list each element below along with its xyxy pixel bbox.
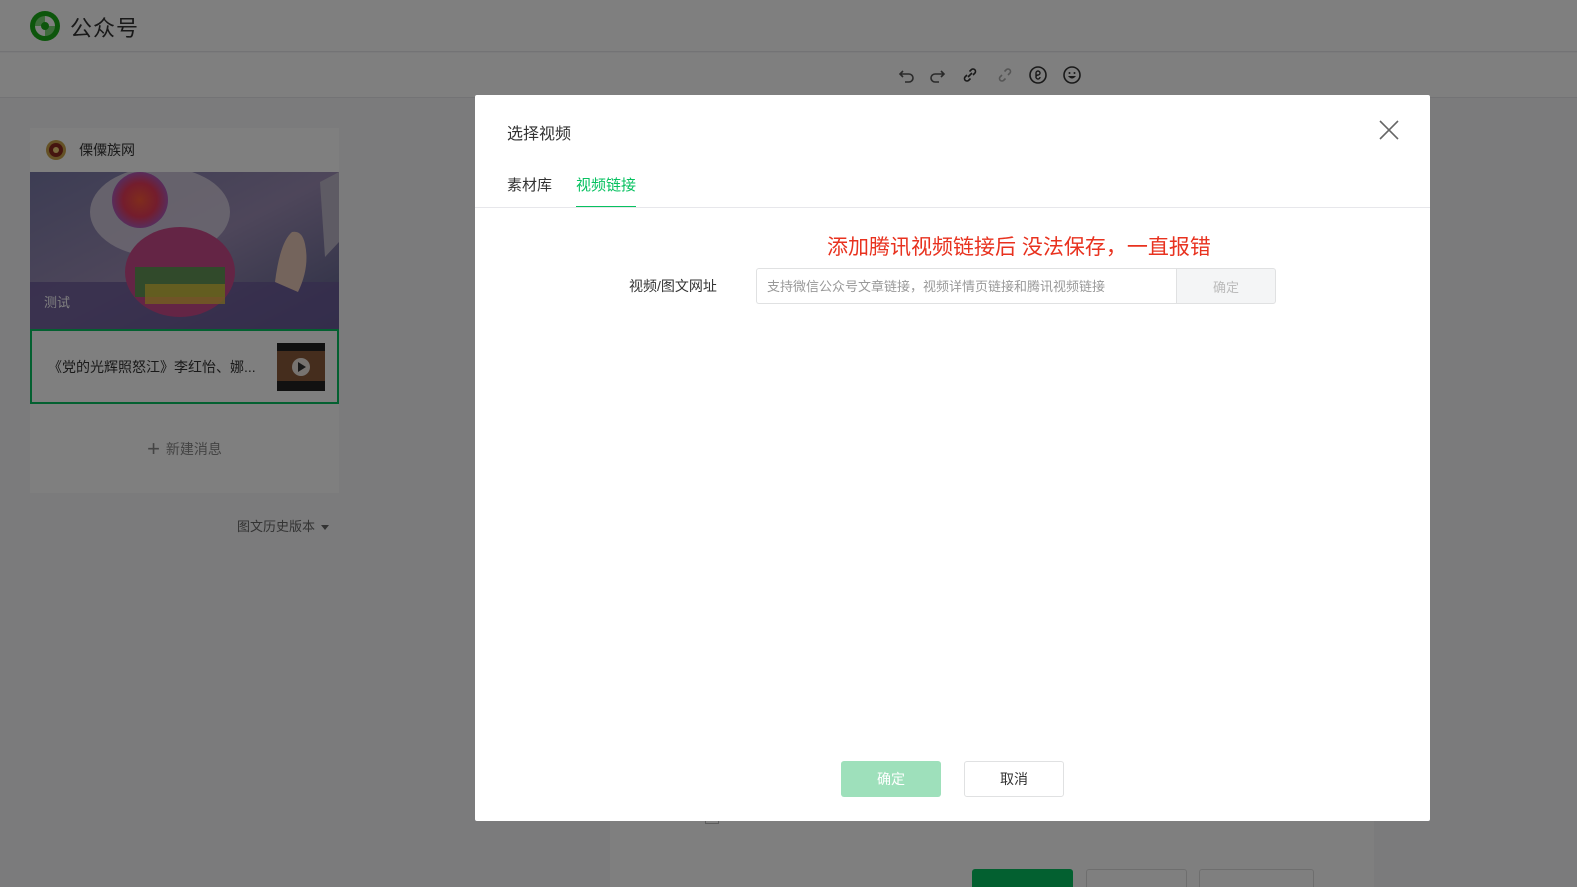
dialog-title: 选择视频 (507, 126, 572, 143)
ok-button[interactable]: 确定 (841, 761, 941, 797)
video-url-input[interactable] (756, 268, 1176, 304)
user-annotation: 添加腾讯视频链接后 没法保存，一直报错 (827, 236, 1211, 259)
dialog-tabs: 素材库 视频链接 (507, 175, 660, 208)
page: 公众号 傈僳族网 (0, 0, 1577, 887)
close-icon[interactable] (1378, 119, 1400, 141)
url-confirm-button[interactable]: 确定 (1176, 268, 1276, 304)
tab-material-library[interactable]: 素材库 (507, 175, 552, 208)
tab-video-link[interactable]: 视频链接 (576, 175, 637, 208)
url-field-label: 视频/图文网址 (629, 278, 717, 294)
tab-divider (475, 207, 1430, 208)
select-video-dialog: 选择视频 素材库 视频链接 添加腾讯视频链接后 没法保存，一直报错 视频/图文网… (475, 95, 1430, 821)
cancel-button[interactable]: 取消 (964, 761, 1064, 797)
